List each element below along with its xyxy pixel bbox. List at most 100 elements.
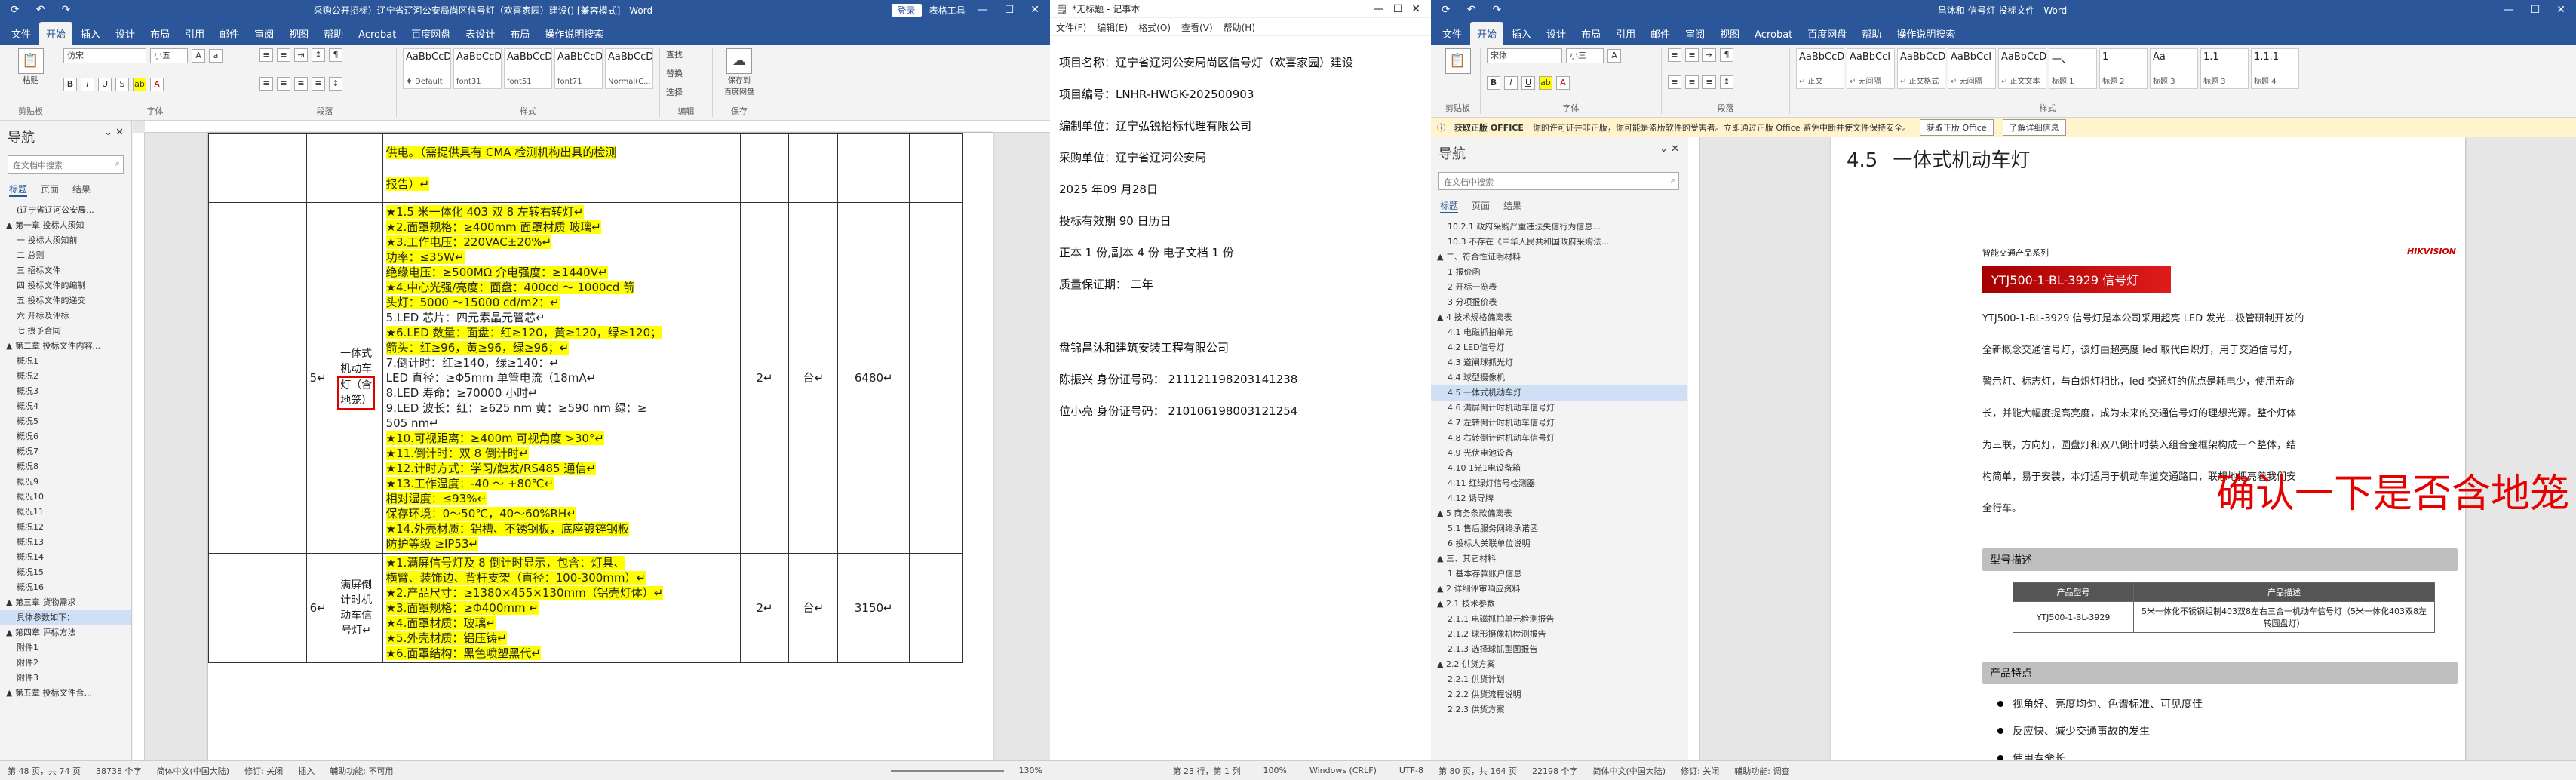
- autosave-icon[interactable]: ⟳: [1437, 4, 1455, 16]
- maximize-icon[interactable]: ☐: [1389, 3, 1408, 15]
- unit-cell[interactable]: 台↵: [788, 202, 839, 554]
- indent-icon[interactable]: ⇥: [294, 48, 308, 62]
- ribbon-tab[interactable]: 百度网盘: [404, 22, 457, 45]
- indent-icon[interactable]: ⇥: [1702, 48, 1716, 62]
- bullets-icon[interactable]: ≡: [1668, 48, 1681, 62]
- nav-heading-item[interactable]: ▲ 第五章 投标文件合...: [0, 686, 131, 701]
- ribbon-tab[interactable]: 表设计: [459, 22, 502, 45]
- highlight-icon[interactable]: ab: [133, 77, 146, 91]
- nav-heading-item[interactable]: 附件2: [0, 656, 131, 671]
- item-no[interactable]: 5↵: [305, 202, 330, 554]
- nav-heading-item[interactable]: 七 授予合同: [0, 324, 131, 339]
- font-size-combo[interactable]: 小五: [150, 48, 188, 63]
- baidu-save-icon[interactable]: ☁: [726, 48, 752, 74]
- nav-tab-results[interactable]: 结果: [72, 183, 91, 197]
- nav-heading-item[interactable]: 概况5: [0, 414, 131, 429]
- nav-heading-item[interactable]: 概况6: [0, 429, 131, 444]
- ribbon-tab[interactable]: 帮助: [317, 22, 350, 45]
- nav-heading-item[interactable]: (辽宁省辽河公安局...: [0, 203, 131, 218]
- nav-heading-item[interactable]: 2.2.3 供货方案: [1431, 702, 1687, 717]
- nav-heading-item[interactable]: 一 投标人须知前: [0, 233, 131, 248]
- notepad-menu-item[interactable]: 查看(V): [1181, 21, 1213, 33]
- align-center-icon[interactable]: ≡: [1685, 75, 1699, 89]
- ribbon-tab[interactable]: 文件: [1435, 22, 1469, 45]
- nav-heading-item[interactable]: 4.10 1光1电设备箱: [1431, 461, 1687, 476]
- style-item[interactable]: AaBbCcDd font31: [453, 48, 502, 89]
- bold-icon[interactable]: B: [63, 77, 77, 91]
- nav-close-icon[interactable]: ⌄ ✕: [104, 127, 124, 146]
- select-button[interactable]: 选择: [666, 86, 706, 98]
- nav-heading-item[interactable]: 五 投标文件的递交: [0, 293, 131, 309]
- style-item[interactable]: 1 标题 2: [2099, 48, 2148, 89]
- style-item[interactable]: AaBbCcDc Normal(C...: [605, 48, 653, 89]
- notepad-text-area[interactable]: 项目名称：辽宁省辽河公安局尚区信号灯（欢喜家园）建设 项目编号：LNHR-HWGK…: [1050, 39, 1431, 760]
- ribbon-tab[interactable]: 布局: [503, 22, 536, 45]
- zoom-slider[interactable]: [890, 769, 1004, 772]
- style-item[interactable]: AaBbCcI ↵ 无间隔: [1847, 48, 1895, 89]
- item-name[interactable]: 满屏倒 计时机 动车信 号灯↵: [329, 553, 383, 663]
- language[interactable]: 简体中文(中国大陆): [156, 765, 229, 777]
- ribbon-tab[interactable]: 开始: [1470, 22, 1504, 45]
- style-item[interactable]: AaBbCcDc ↵ 正文: [1796, 48, 1844, 89]
- nav-heading-item[interactable]: ▲ 5 商务条款偏离表: [1431, 506, 1687, 521]
- page-count[interactable]: 第 80 页，共 164 页: [1438, 765, 1517, 777]
- close-icon[interactable]: ✕: [1026, 4, 1044, 16]
- qty-cell[interactable]: 2↵: [739, 553, 790, 663]
- ribbon-tab[interactable]: 文件: [5, 22, 38, 45]
- justify-icon[interactable]: ≡: [312, 76, 325, 91]
- style-item[interactable]: AaBbCcI ↵ 无间隔: [1948, 48, 1996, 89]
- nav-heading-item[interactable]: 2.2.2 供货流程说明: [1431, 687, 1687, 702]
- page-count[interactable]: 第 48 页，共 74 页: [8, 765, 81, 777]
- close-icon[interactable]: ✕: [2552, 4, 2570, 16]
- nav-heading-item[interactable]: 4.12 诱导牌: [1431, 491, 1687, 506]
- grow-font-icon[interactable]: A: [192, 49, 205, 63]
- show-marks-icon[interactable]: ¶: [329, 48, 342, 62]
- get-genuine-button[interactable]: 获取正版 Office: [1920, 118, 1994, 136]
- nav-tab-headings[interactable]: 标题: [9, 183, 28, 197]
- nav-heading-item[interactable]: ▲ 第一章 投标人须知: [0, 218, 131, 233]
- nav-heading-item[interactable]: 2.1.2 球形摄像机检测报告: [1431, 627, 1687, 642]
- search-icon[interactable]: ⌕: [1671, 175, 1675, 186]
- nav-heading-item[interactable]: 2.1.1 电磁抓拍单元检测报告: [1431, 612, 1687, 627]
- grow-font-icon[interactable]: A: [1607, 49, 1621, 63]
- spec-cell[interactable]: 供电。（需提供具有 CMA 检测机构出具的检测 报告）↵: [382, 133, 741, 203]
- language[interactable]: 简体中文(中国大陆): [1592, 765, 1666, 777]
- shrink-font-icon[interactable]: a: [209, 49, 223, 63]
- autosave-icon[interactable]: ⟳: [6, 4, 24, 16]
- unit-cell[interactable]: 台↵: [788, 553, 839, 663]
- underline-icon[interactable]: U: [98, 77, 112, 91]
- align-center-icon[interactable]: ≡: [277, 76, 290, 91]
- undo-icon[interactable]: ↶: [1463, 4, 1481, 16]
- close-icon[interactable]: ✕: [1407, 3, 1425, 15]
- ribbon-tab[interactable]: 邮件: [1644, 22, 1677, 45]
- nav-tab-pages[interactable]: 页面: [41, 183, 59, 197]
- learn-more-button[interactable]: 了解详细信息: [2002, 118, 2066, 136]
- notepad-menu-item[interactable]: 格式(O): [1138, 21, 1171, 33]
- ribbon-tab[interactable]: 审阅: [247, 22, 281, 45]
- nav-heading-item[interactable]: 4.6 满屏倒计时机动车信号灯: [1431, 401, 1687, 416]
- notepad-menu-item[interactable]: 文件(F): [1056, 21, 1086, 33]
- nav-heading-item[interactable]: 10.3 不存在《中华人民共和国政府采购法...: [1431, 235, 1687, 250]
- spec-cell[interactable]: ★1.满屏信号灯及 8 倒计时显示，包含：灯具、 横臂、装饰边、背杆支架（直径：1…: [382, 553, 741, 663]
- nav-heading-item[interactable]: 附件1: [0, 640, 131, 656]
- nav-heading-item[interactable]: 三 招标文件: [0, 263, 131, 278]
- nav-heading-item[interactable]: 二 总则: [0, 248, 131, 263]
- word-count[interactable]: 22198 个字: [1532, 765, 1578, 777]
- nav-heading-item[interactable]: 4.8 右转倒计时机动车信号灯: [1431, 431, 1687, 446]
- nav-heading-item[interactable]: 概况13: [0, 535, 131, 550]
- line-spacing-icon[interactable]: ↕: [329, 76, 342, 91]
- style-item[interactable]: AaBbCcDc ↵ 正文文本: [1998, 48, 2046, 89]
- italic-icon[interactable]: I: [1504, 75, 1518, 90]
- nav-heading-item[interactable]: ▲ 第三章 货物需求: [0, 595, 131, 610]
- price-cell[interactable]: 3150↵: [837, 553, 910, 663]
- insert-mode[interactable]: 插入: [298, 765, 315, 777]
- line-spacing-icon[interactable]: ↕: [1720, 75, 1733, 89]
- nav-heading-item[interactable]: 概况14: [0, 550, 131, 565]
- replace-button[interactable]: 替换: [666, 67, 706, 79]
- nav-heading-item[interactable]: 概况12: [0, 520, 131, 535]
- nav-heading-item[interactable]: ▲ 4 技术规格偏离表: [1431, 310, 1687, 325]
- item-no[interactable]: 6↵: [305, 553, 330, 663]
- paste-icon[interactable]: 📋: [17, 48, 44, 74]
- paste-icon[interactable]: 📋: [1445, 48, 1471, 74]
- ribbon-tab[interactable]: 审阅: [1678, 22, 1712, 45]
